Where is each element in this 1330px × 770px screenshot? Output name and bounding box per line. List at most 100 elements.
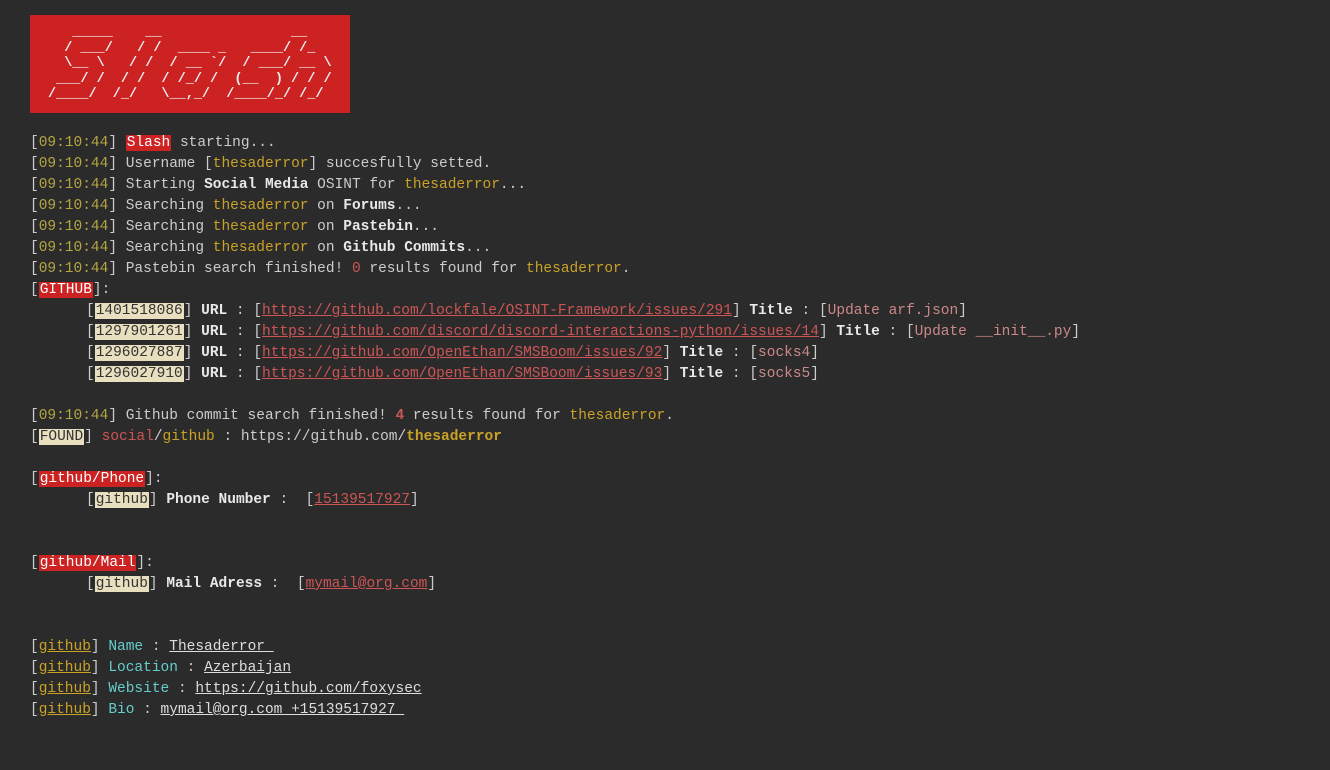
username-value: thesaderror [213,198,309,214]
result-id: 1401518086 [95,303,184,319]
profile-web-link[interactable]: https://github.com/foxysec [195,681,421,697]
github-result-row: [1296027887] URL : [https://github.com/O… [30,343,1300,364]
result-id: 1296027887 [95,345,184,361]
profile-bio-label: Bio [108,702,134,718]
title-label: Title [680,366,724,382]
bracket-open: [ [86,345,95,361]
title-label: Title [836,324,880,340]
bracket-close: ] [108,135,117,151]
bracket-close: ] [184,324,193,340]
found-social: social [102,429,154,445]
phone-row: [github] Phone Number : [15139517927] [30,490,1300,511]
profile-bio-link[interactable]: mymail@org.com +15139517927 [161,702,405,718]
profile-name-link[interactable]: Thesaderror [169,639,273,655]
profile-name-label: Name [108,639,143,655]
result-title: Update arf.json [828,303,959,319]
starting-text: starting... [171,135,275,151]
profile-src-link[interactable]: github [39,702,91,718]
profile-web-label: Website [108,681,169,697]
result-title: Update __init__.py [915,324,1072,340]
log-line-github-header: [GITHUB]: [30,280,1300,301]
github-tag: GITHUB [39,282,93,298]
tool-name-tag: Slash [126,135,172,151]
target-commits: Github Commits [343,240,465,256]
profile-bio-line: [github] Bio : mymail@org.com +151395179… [30,700,1300,721]
profile-src-link[interactable]: github [39,639,91,655]
username-value: thesaderror [404,177,500,193]
section-mail-tag: github/Mail [39,555,137,571]
profile-src-link[interactable]: github [39,681,91,697]
profile-location-line: [github] Location : Azerbaijan [30,658,1300,679]
timestamp: 09:10:44 [39,240,109,256]
log-line-starting: [09:10:44] Slash starting... [30,133,1300,154]
result-count-zero: 0 [352,261,361,277]
phone-label: Phone Number [166,492,270,508]
phone-link[interactable]: 15139517927 [314,492,410,508]
result-url-link[interactable]: https://github.com/lockfale/OSINT-Framew… [262,303,732,319]
mail-label: Mail Adress [166,576,262,592]
result-title: socks5 [758,366,810,382]
username-value: thesaderror [213,240,309,256]
username-value: thesaderror [213,156,309,172]
profile-src-link[interactable]: github [39,660,91,676]
github-result-row: [1297901261] URL : [https://github.com/d… [30,322,1300,343]
timestamp: 09:10:44 [39,156,109,172]
section-mail-header: [github/Mail]: [30,553,1300,574]
log-line-pastebin-finished: [09:10:44] Pastebin search finished! 0 r… [30,259,1300,280]
target-pastebin: Pastebin [343,219,413,235]
target-forums: Forums [343,198,395,214]
username-value: thesaderror [213,219,309,235]
timestamp: 09:10:44 [39,198,109,214]
log-line-found: [FOUND] social/github : https://github.c… [30,427,1300,448]
profile-name-line: [github] Name : Thesaderror [30,637,1300,658]
log-line-github-finished: [09:10:44] Github commit search finished… [30,406,1300,427]
github-results-list: [1401518086] URL : [https://github.com/l… [30,301,1300,385]
profile-website-line: [github] Website : https://github.com/fo… [30,679,1300,700]
found-github: github [163,429,215,445]
title-label: Title [749,303,793,319]
bracket-open: [ [86,303,95,319]
github-result-row: [1401518086] URL : [https://github.com/l… [30,301,1300,322]
ascii-logo: _____ __ __ / ___/ / / ____ _ ____/ /_ \… [30,15,350,113]
username-value: thesaderror [570,408,666,424]
log-line-forums: [09:10:44] Searching thesaderror on Foru… [30,196,1300,217]
bracket-close: ] [184,345,193,361]
profile-loc-label: Location [108,660,178,676]
timestamp: 09:10:44 [39,261,109,277]
url-label: URL [201,366,227,382]
github-result-row: [1296027910] URL : [https://github.com/O… [30,364,1300,385]
bracket-close: ] [184,366,193,382]
section-phone-tag: github/Phone [39,471,145,487]
timestamp: 09:10:44 [39,219,109,235]
log-line-username: [09:10:44] Username [thesaderror] succes… [30,154,1300,175]
mail-row: [github] Mail Adress : [mymail@org.com] [30,574,1300,595]
result-title: socks4 [758,345,810,361]
log-line-osint: [09:10:44] Starting Social Media OSINT f… [30,175,1300,196]
log-line-pastebin: [09:10:44] Searching thesaderror on Past… [30,217,1300,238]
found-user: thesaderror [406,429,502,445]
found-tag: FOUND [39,429,85,445]
bracket-close: ] [184,303,193,319]
bracket-open: [ [86,324,95,340]
timestamp: 09:10:44 [39,177,109,193]
social-media-label: Social Media [204,177,308,193]
result-url-link[interactable]: https://github.com/OpenEthan/SMSBoom/iss… [262,366,662,382]
timestamp: 09:10:44 [39,408,109,424]
username-value: thesaderror [526,261,622,277]
result-count-four: 4 [395,408,404,424]
url-label: URL [201,324,227,340]
log-line-commits: [09:10:44] Searching thesaderror on Gith… [30,238,1300,259]
mail-src-tag: github [95,576,149,592]
profile-loc-link[interactable]: Azerbaijan [204,660,291,676]
result-id: 1297901261 [95,324,184,340]
url-label: URL [201,345,227,361]
section-phone-header: [github/Phone]: [30,469,1300,490]
result-url-link[interactable]: https://github.com/OpenEthan/SMSBoom/iss… [262,345,662,361]
phone-src-tag: github [95,492,149,508]
bracket-open: [ [86,366,95,382]
mail-link[interactable]: mymail@org.com [306,576,428,592]
title-label: Title [680,345,724,361]
timestamp: 09:10:44 [39,135,109,151]
result-id: 1296027910 [95,366,184,382]
result-url-link[interactable]: https://github.com/discord/discord-inter… [262,324,819,340]
